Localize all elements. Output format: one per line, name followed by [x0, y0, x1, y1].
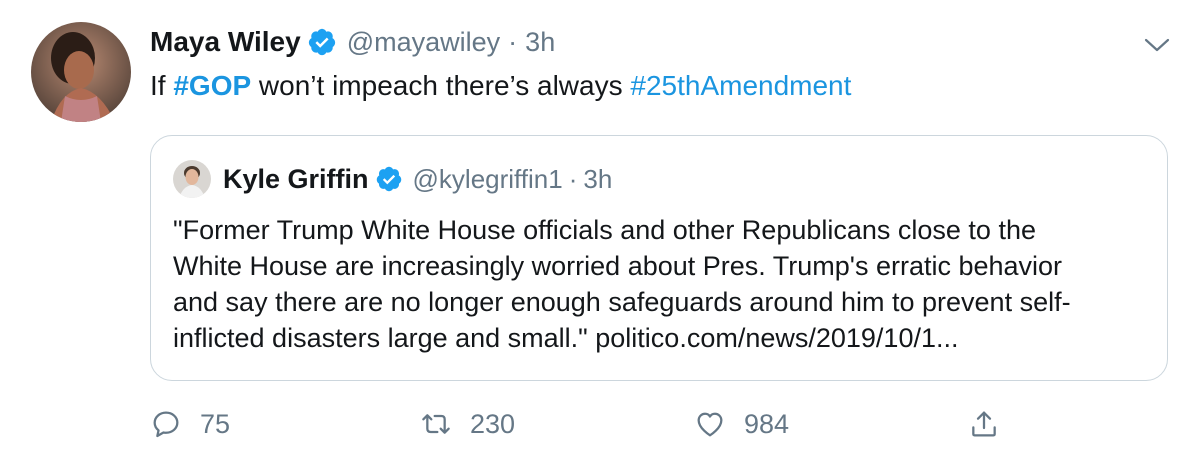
retweet-button[interactable]: 230	[420, 408, 515, 440]
reply-count: 75	[200, 408, 231, 439]
verified-badge-icon	[375, 165, 403, 193]
quoted-text-line: inflicted disasters large and small." po…	[173, 323, 959, 353]
quoted-author-name: Kyle Griffin	[223, 163, 369, 194]
quoted-author-avatar	[173, 160, 211, 198]
share-icon	[972, 411, 996, 437]
author-handle[interactable]: @mayawiley	[347, 27, 500, 58]
reply-button[interactable]: 75	[150, 408, 230, 440]
retweet-count: 230	[470, 408, 516, 439]
tweet-text: If #GOP won’t impeach there’s always #25…	[150, 68, 851, 104]
chevron-down-icon[interactable]	[1144, 36, 1170, 54]
quoted-text-line: "Former Trump White House officials and …	[173, 215, 1036, 245]
author-avatar[interactable]	[31, 22, 131, 122]
tweet-card[interactable]: Maya Wiley @mayawiley · 3h If #GOP won’t…	[0, 0, 1200, 468]
quoted-text-line: and say there are no longer enough safeg…	[173, 287, 1071, 317]
tweet-text-part: won’t impeach there’s always	[251, 70, 631, 101]
header-separator: ·	[508, 26, 518, 57]
tweet-timestamp[interactable]: 3h	[525, 27, 555, 58]
quoted-header-separator: ·	[568, 163, 578, 194]
tweet-text-part: If	[150, 70, 174, 101]
retweet-icon	[422, 414, 450, 434]
tweet-header: Maya Wiley @mayawiley · 3h	[150, 26, 555, 58]
reply-icon	[153, 411, 179, 438]
quoted-author-handle: @kylegriffin1	[412, 163, 563, 194]
quoted-tweet-text: "Former Trump White House officials and …	[173, 212, 1153, 356]
tweet-actions: 75 230 984	[150, 408, 1050, 452]
heart-icon	[697, 412, 723, 437]
quoted-tweet-header: Kyle Griffin @kylegriffin1 · 3h	[173, 160, 612, 198]
quoted-tweet[interactable]: Kyle Griffin @kylegriffin1 · 3h "Former …	[150, 135, 1168, 381]
hashtag-link[interactable]: #25thAmendment	[630, 70, 851, 101]
quoted-text-line: White House are increasingly worried abo…	[173, 251, 1063, 281]
like-count: 984	[744, 408, 790, 439]
verified-badge-icon	[307, 27, 337, 57]
quoted-tweet-timestamp: 3h	[583, 163, 613, 194]
author-name[interactable]: Maya Wiley	[150, 26, 301, 58]
share-button[interactable]	[968, 408, 1000, 440]
like-button[interactable]: 984	[694, 408, 789, 440]
hashtag-link[interactable]: #GOP	[173, 70, 251, 101]
